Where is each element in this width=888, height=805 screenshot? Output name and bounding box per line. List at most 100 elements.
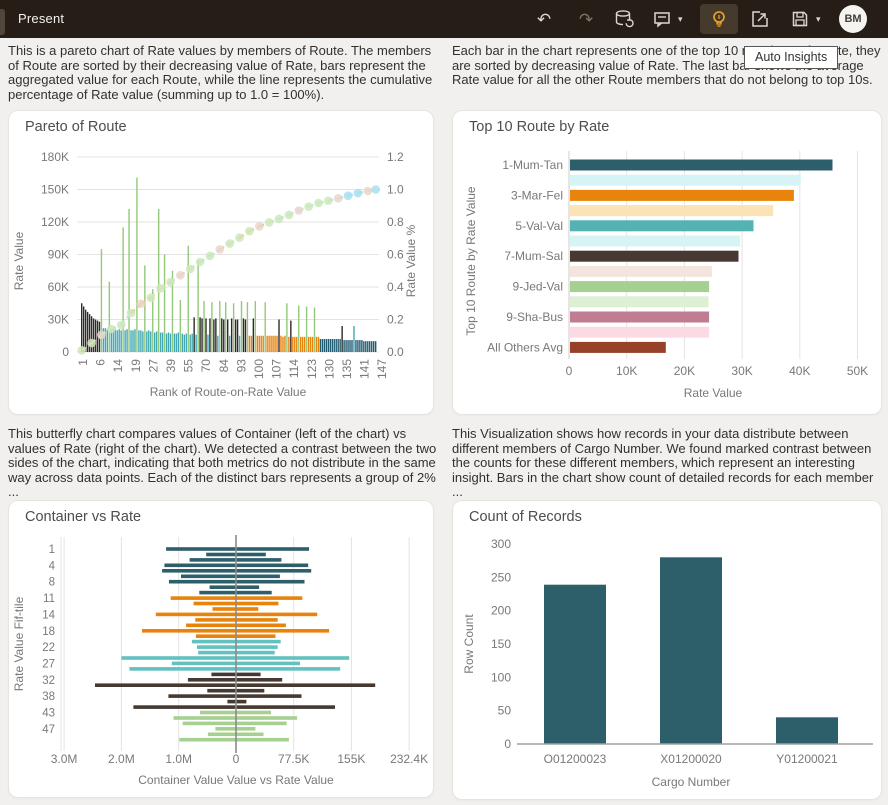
pareto-bar[interactable] [296,337,297,352]
butterfly-bar-left[interactable] [213,607,237,611]
butterfly-bar-left[interactable] [166,547,236,551]
pareto-bar[interactable] [292,337,293,352]
pareto-bar[interactable] [302,337,303,352]
butterfly-bar-left[interactable] [190,558,236,562]
pareto-bar[interactable] [357,340,358,352]
pareto-bar[interactable] [276,336,277,352]
butterfly-bar-left[interactable] [121,656,236,660]
butterfly-bar-left[interactable] [195,618,236,622]
pareto-bar[interactable] [85,310,86,352]
pareto-bar[interactable] [308,337,309,352]
pareto-bar[interactable] [318,337,319,352]
pareto-bar[interactable] [345,340,346,352]
pareto-bar[interactable] [268,336,269,352]
butterfly-bar-left[interactable] [168,694,236,698]
pareto-bar[interactable] [205,318,206,352]
butterfly-bar-right[interactable] [236,716,297,720]
pareto-bar[interactable] [270,336,271,352]
cumulative-marker[interactable] [354,189,363,198]
pareto-bar[interactable] [294,337,295,352]
pareto-bar[interactable] [341,326,342,352]
account-avatar[interactable]: BM [839,5,867,33]
top10-bar[interactable] [570,342,666,353]
pareto-bar[interactable] [180,300,181,352]
pareto-bar[interactable] [158,209,159,352]
pareto-bar[interactable] [213,320,214,353]
pareto-bar[interactable] [355,340,356,352]
butterfly-chart[interactable]: 1.0M2.0M3.0M77.5K155K232.4K0148111418222… [9,501,433,797]
records-bar[interactable] [544,585,606,744]
cumulative-marker[interactable] [235,233,244,242]
butterfly-bar-right[interactable] [236,596,302,600]
butterfly-bar-left[interactable] [211,673,236,677]
butterfly-bar-right[interactable] [236,575,280,579]
pareto-bar[interactable] [286,303,287,352]
pareto-bar[interactable] [164,255,165,353]
butterfly-bar-left[interactable] [142,629,236,633]
pareto-bar[interactable] [115,329,116,352]
pareto-bar[interactable] [361,340,362,352]
pareto-bar[interactable] [249,336,250,352]
butterfly-bar-left[interactable] [95,683,236,687]
butterfly-bar-right[interactable] [236,564,308,568]
pareto-bar[interactable] [339,339,340,352]
pareto-bar[interactable] [247,302,248,352]
cumulative-marker[interactable] [127,309,136,318]
butterfly-bar-left[interactable] [183,722,236,726]
annotate-caret-icon[interactable]: ▾ [678,14,683,25]
butterfly-bar-left[interactable] [192,640,236,644]
pareto-bar[interactable] [288,337,289,352]
pareto-bar[interactable] [95,320,96,353]
butterfly-bar-left[interactable] [210,585,236,589]
annotate-button[interactable] [650,7,674,31]
pareto-bar[interactable] [132,330,133,352]
butterfly-bar-right[interactable] [236,558,281,562]
cumulative-marker[interactable] [156,284,165,293]
pareto-bar[interactable] [326,339,327,352]
cumulative-marker[interactable] [344,191,353,200]
butterfly-bar-left[interactable] [200,711,236,715]
butterfly-bar-left[interactable] [196,634,236,638]
butterfly-bar-left[interactable] [199,591,236,595]
pareto-bar[interactable] [257,336,258,352]
cumulative-marker[interactable] [137,300,146,309]
records-bar[interactable] [776,717,838,744]
pareto-bar[interactable] [239,336,240,352]
pareto-bar[interactable] [353,326,354,352]
pareto-bar[interactable] [328,339,329,352]
pareto-bar[interactable] [130,330,131,352]
save-caret-icon[interactable]: ▾ [816,14,821,25]
present-button[interactable] [748,7,772,31]
pareto-bar[interactable] [211,302,212,352]
butterfly-bar-left[interactable] [133,705,236,709]
edge-handle[interactable] [0,9,5,35]
top10-bar[interactable] [570,205,773,216]
butterfly-bar-left[interactable] [207,689,236,693]
pareto-bar[interactable] [243,318,244,352]
pareto-bar[interactable] [186,334,187,352]
records-bar[interactable] [660,557,722,744]
pareto-bar[interactable] [334,339,335,352]
pareto-bar[interactable] [253,318,254,352]
pareto-bar[interactable] [134,329,135,352]
butterfly-bar-left[interactable] [169,580,236,584]
cumulative-marker[interactable] [97,331,106,340]
top10-bar[interactable] [570,312,709,323]
pareto-bar[interactable] [184,335,185,352]
cumulative-marker[interactable] [176,271,185,280]
cumulative-marker[interactable] [117,321,126,330]
butterfly-bar-left[interactable] [156,613,236,617]
pareto-bar[interactable] [330,339,331,352]
pareto-bar[interactable] [314,308,315,352]
top10-bar[interactable] [570,175,801,186]
pareto-bar[interactable] [251,336,252,352]
pareto-bar[interactable] [304,337,305,352]
pareto-bar[interactable] [320,339,321,352]
butterfly-bar-right[interactable] [236,667,340,671]
pareto-bar[interactable] [168,333,169,353]
pareto-bar[interactable] [126,329,127,352]
pareto-bar[interactable] [343,340,344,352]
pareto-bar[interactable] [138,330,139,352]
pareto-bar[interactable] [136,178,137,352]
top10-bar[interactable] [570,236,740,247]
